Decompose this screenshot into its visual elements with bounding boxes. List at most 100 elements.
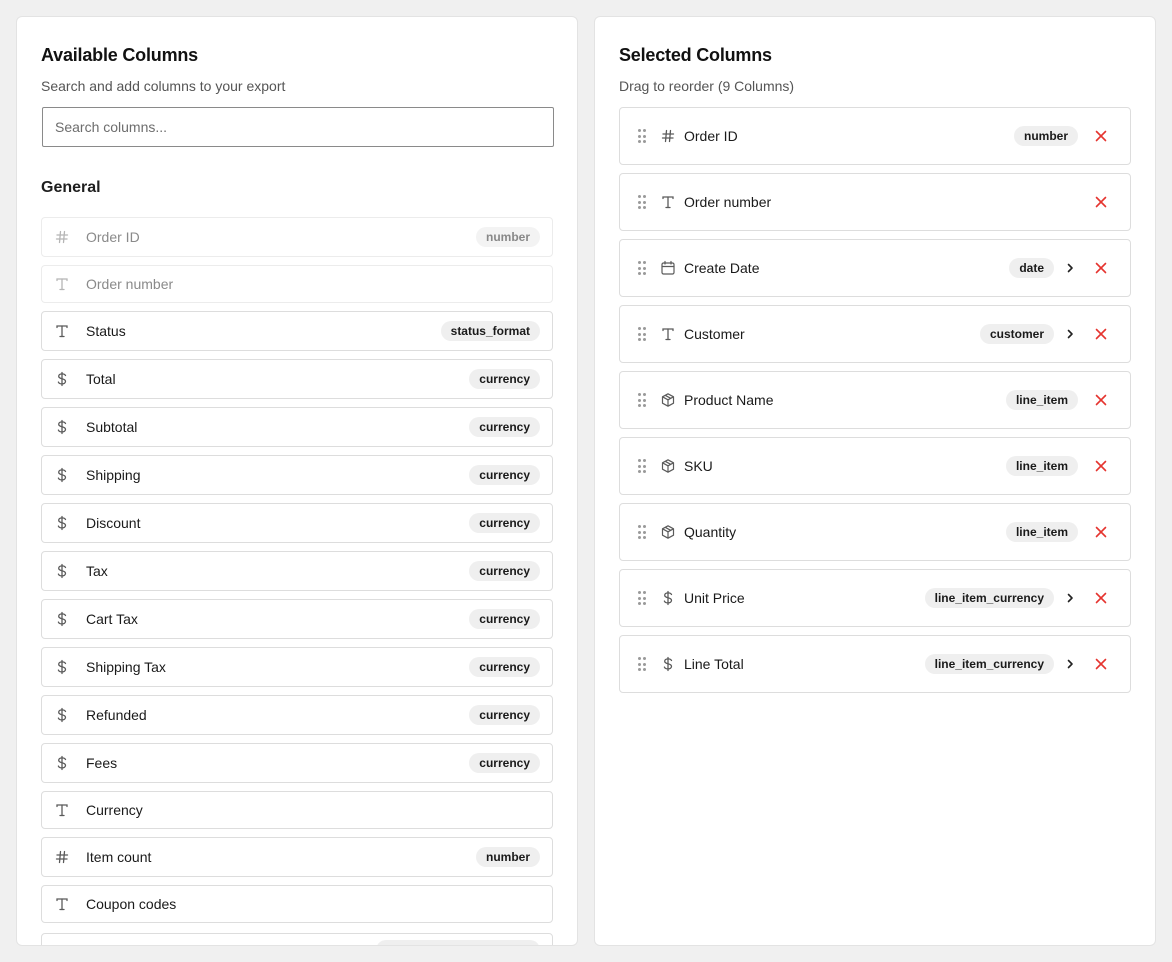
column-label: Refunded [86,707,147,723]
column-label: Item count [86,849,152,865]
column-type-badge: status_format [440,321,540,341]
column-type-badge: date [1009,258,1054,278]
column-label: Order ID [684,128,738,144]
available-column-row[interactable]: Discount currency [41,503,553,543]
available-columns-title: Available Columns [41,45,198,65]
available-column-row[interactable]: Fees currency [41,743,553,783]
selected-columns-panel: Selected Columns Drag to reorder (9 Colu… [594,16,1156,946]
column-type-badge: currency [469,657,540,677]
selected-column-row[interactable]: Line Total line_item_currency [619,635,1131,693]
column-label: Line Total [684,656,744,672]
available-column-row[interactable]: Shipping Tax currency [41,647,553,687]
available-column-row[interactable]: Refunded currency [41,695,553,735]
column-type-badge: currency [469,609,540,629]
available-column-row[interactable]: Total currency [41,359,553,399]
chevron-right-icon[interactable] [1064,658,1076,670]
dollar-icon [54,707,70,723]
column-label: SKU [684,458,713,474]
column-type-badge: currency [469,561,540,581]
selected-column-row[interactable]: Quantity line_item [619,503,1131,561]
drag-handle-icon[interactable] [638,327,646,341]
column-label: Status [86,323,126,339]
drag-handle-icon[interactable] [638,261,646,275]
selected-column-row[interactable]: Order ID number [619,107,1131,165]
column-label: Shipping [86,467,141,483]
selected-column-row[interactable]: Unit Price line_item_currency [619,569,1131,627]
available-column-row: Order ID number [41,217,553,257]
hash-icon [660,128,676,144]
dollar-icon [660,590,676,606]
column-label: Product Name [684,392,774,408]
box-icon [660,524,676,540]
dollar-icon [660,656,676,672]
column-label: Coupon codes [86,896,177,912]
available-column-row[interactable]: Cart Tax currency [41,599,553,639]
dollar-icon [54,515,70,531]
drag-handle-icon[interactable] [638,393,646,407]
text-icon [660,326,676,342]
available-column-row[interactable] [41,933,553,945]
column-type-badge: line_item_currency [924,654,1054,674]
column-type-badge: line_item [1005,390,1078,410]
drag-handle-icon[interactable] [638,591,646,605]
selected-column-row[interactable]: SKU line_item [619,437,1131,495]
selected-columns-subtitle: Drag to reorder (9 Columns) [619,78,795,94]
available-column-row[interactable]: Item count number [41,837,553,877]
dollar-icon [54,611,70,627]
column-label: Quantity [684,524,737,540]
close-icon[interactable] [1094,393,1108,407]
available-column-row[interactable]: Tax currency [41,551,553,591]
close-icon[interactable] [1094,195,1108,209]
hash-icon [54,849,70,865]
column-label: Customer [684,326,745,342]
hash-icon [54,229,70,245]
dollar-icon [54,755,70,771]
search-columns-input[interactable] [42,107,554,147]
dollar-icon [54,659,70,675]
column-label: Unit Price [684,590,745,606]
column-type-badge: customer [979,324,1054,344]
column-label: Order number [684,194,772,210]
column-label: Order ID [86,229,140,245]
column-label: Shipping Tax [86,659,166,675]
selected-column-row[interactable]: Customer customer [619,305,1131,363]
selected-column-row[interactable]: Product Name line_item [619,371,1131,429]
column-type-badge: line_item [1005,456,1078,476]
available-column-row[interactable]: Status status_format [41,311,553,351]
column-type-badge: currency [469,417,540,437]
drag-handle-icon[interactable] [638,657,646,671]
available-column-row[interactable]: Currency [41,791,553,829]
text-icon [54,323,70,339]
text-icon [660,194,676,210]
dollar-icon [54,371,70,387]
available-column-row[interactable]: Shipping currency [41,455,553,495]
column-label: Cart Tax [86,611,138,627]
close-icon[interactable] [1094,525,1108,539]
calendar-icon [660,260,676,276]
selected-column-row[interactable]: Create Date date [619,239,1131,297]
chevron-right-icon[interactable] [1064,262,1076,274]
close-icon[interactable] [1094,591,1108,605]
close-icon[interactable] [1094,459,1108,473]
close-icon[interactable] [1094,327,1108,341]
drag-handle-icon[interactable] [638,129,646,143]
drag-handle-icon[interactable] [638,459,646,473]
available-column-row[interactable]: Subtotal currency [41,407,553,447]
chevron-right-icon[interactable] [1064,328,1076,340]
column-type-badge: number [475,227,540,247]
column-type-badge: currency [469,753,540,773]
column-type-badge: line_item_currency [924,588,1054,608]
close-icon[interactable] [1094,261,1108,275]
dollar-icon [54,419,70,435]
chevron-right-icon[interactable] [1064,592,1076,604]
available-column-row[interactable]: Coupon codes [41,885,553,923]
drag-handle-icon[interactable] [638,195,646,209]
close-icon[interactable] [1094,657,1108,671]
dollar-icon [54,563,70,579]
available-columns-subtitle: Search and add columns to your export [41,78,286,94]
close-icon[interactable] [1094,129,1108,143]
drag-handle-icon[interactable] [638,525,646,539]
selected-column-row[interactable]: Order number [619,173,1131,231]
column-label: Tax [86,563,108,579]
available-columns-panel: Available Columns Search and add columns… [16,16,578,946]
